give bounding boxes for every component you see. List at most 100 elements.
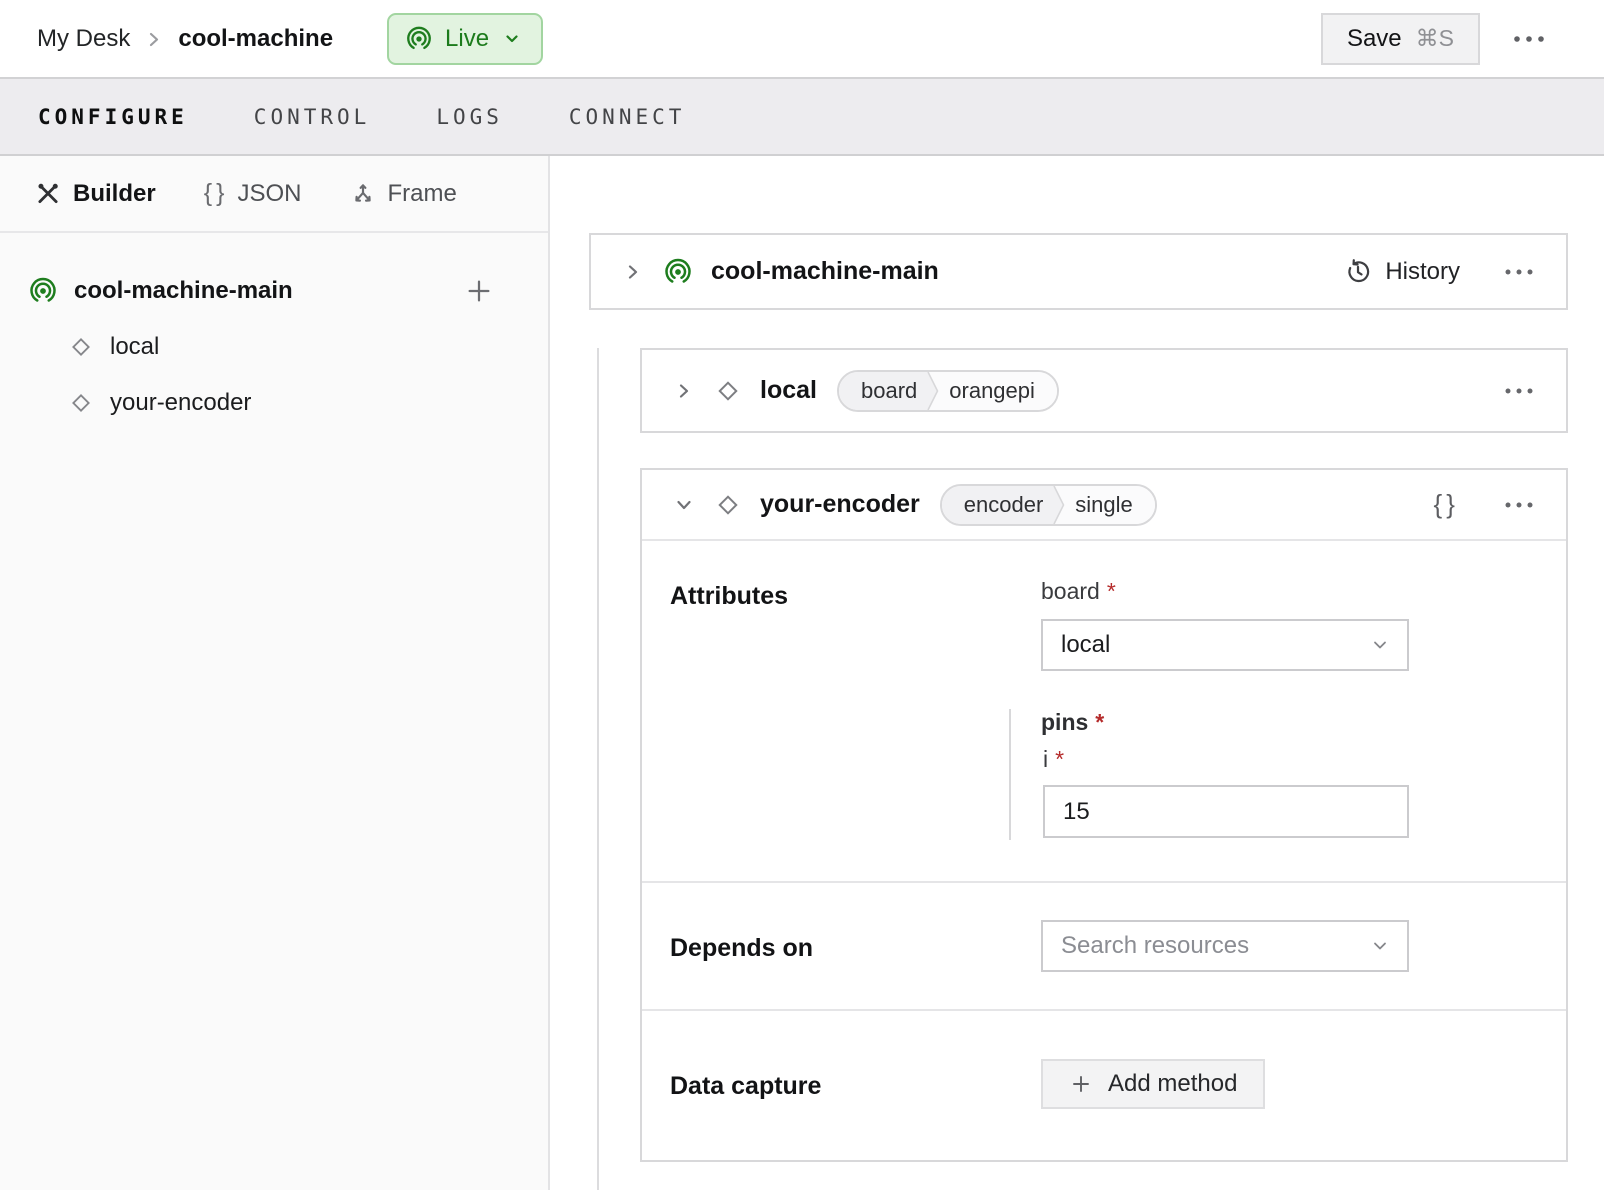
depends-on-select[interactable]: Search resources [1041, 920, 1409, 972]
view-tab-json[interactable]: { } JSON [204, 179, 302, 208]
machine-part-actions: History [1344, 258, 1538, 286]
history-clock-icon [1344, 258, 1372, 286]
view-tab-frame[interactable]: Frame [350, 180, 457, 208]
builder-tools-icon [35, 181, 61, 207]
tab-logs[interactable]: LOGS [436, 105, 503, 129]
data-capture-section: Data capture Add method [642, 1009, 1566, 1157]
add-method-button[interactable]: Add method [1041, 1059, 1265, 1109]
tree-item-your-encoder[interactable]: your-encoder [0, 377, 548, 429]
tab-connect[interactable]: CONNECT [569, 105, 686, 129]
data-capture-section-label: Data capture [670, 1072, 1041, 1101]
chevron-down-icon [674, 495, 694, 515]
attributes-section-label: Attributes [670, 582, 1041, 611]
live-status-dropdown[interactable]: Live [387, 13, 543, 65]
view-tab-builder[interactable]: Builder [35, 180, 156, 208]
pin-i-label: i* [1043, 746, 1409, 773]
local-card-actions [1500, 383, 1538, 399]
frame-tab-label: Frame [388, 180, 457, 208]
resource-connector-line [597, 348, 599, 1190]
badge-divider-chevron [1051, 486, 1067, 524]
json-braces-icon: { } [204, 179, 226, 208]
expand-local-button[interactable] [672, 379, 696, 403]
local-type-badge: board orangepi [837, 370, 1059, 412]
machine-part-card: cool-machine-main History [589, 233, 1568, 310]
tree-item-local[interactable]: local [0, 321, 548, 373]
view-mode-tabs: Builder { } JSON Frame [0, 156, 548, 233]
breadcrumb-machine-name: cool-machine [178, 25, 333, 53]
plus-icon [464, 276, 494, 306]
save-shortcut: ⌘S [1416, 25, 1454, 52]
history-label: History [1385, 258, 1460, 286]
component-diamond-icon [68, 334, 94, 360]
ellipsis-icon [1504, 268, 1534, 276]
local-card-header: local board orangepi [642, 350, 1566, 431]
board-field-label: board* [1041, 578, 1409, 605]
live-label: Live [445, 25, 489, 53]
breadcrumb: My Desk cool-machine [37, 25, 333, 53]
live-broadcast-icon [663, 257, 693, 287]
resource-tree: cool-machine-main local your-encoder [0, 233, 548, 429]
chevron-down-icon [1369, 634, 1391, 656]
collapse-encoder-button[interactable] [672, 493, 696, 517]
breadcrumb-my-desk[interactable]: My Desk [37, 25, 130, 53]
encoder-card: your-encoder encoder single { } [640, 468, 1568, 1162]
chevron-down-icon [1369, 935, 1391, 957]
required-asterisk: * [1107, 578, 1116, 604]
pins-field-label: pins* [1041, 709, 1409, 736]
plus-icon [1069, 1072, 1093, 1096]
tab-configure[interactable]: CONFIGURE [38, 105, 188, 129]
encoder-card-header: your-encoder encoder single { } [642, 470, 1566, 541]
depends-on-placeholder: Search resources [1061, 932, 1249, 960]
attributes-section: Attributes board* local pins* [642, 541, 1566, 881]
badge-model-label: single [1067, 486, 1154, 524]
frame-axes-icon [350, 181, 376, 207]
history-button[interactable]: History [1344, 258, 1460, 286]
save-button[interactable]: Save ⌘S [1321, 13, 1480, 65]
machine-nav-tabs: CONFIGURE CONTROL LOGS CONNECT [0, 77, 1604, 156]
tree-item-machine-part[interactable]: cool-machine-main [0, 265, 548, 317]
board-select-value: local [1061, 631, 1110, 659]
depends-on-section-label: Depends on [670, 934, 1041, 963]
badge-model-label: orangepi [941, 372, 1057, 410]
machine-part-more-menu[interactable] [1500, 264, 1538, 280]
encoder-more-menu[interactable] [1500, 497, 1538, 513]
live-broadcast-icon [405, 25, 433, 53]
add-method-label: Add method [1108, 1070, 1237, 1098]
encoder-card-title: your-encoder [760, 490, 920, 519]
json-tab-label: JSON [237, 180, 301, 208]
header-more-menu-button[interactable] [1506, 28, 1552, 50]
add-resource-button[interactable] [460, 272, 498, 310]
ellipsis-icon [1512, 34, 1546, 44]
encoder-json-view-button[interactable]: { } [1429, 485, 1460, 524]
encoder-card-actions: { } [1429, 485, 1538, 524]
component-diamond-icon [714, 377, 742, 405]
ellipsis-icon [1504, 501, 1534, 509]
badge-type-label: board [839, 372, 925, 410]
badge-type-label: encoder [942, 486, 1052, 524]
pin-i-input[interactable] [1043, 785, 1409, 838]
save-label: Save [1347, 25, 1402, 53]
ellipsis-icon [1504, 387, 1534, 395]
local-more-menu[interactable] [1500, 383, 1538, 399]
app-header: My Desk cool-machine Live Save ⌘S [0, 0, 1604, 77]
tree-local-label: local [110, 333, 159, 361]
tab-control[interactable]: CONTROL [254, 105, 371, 129]
local-board-card: local board orangepi [640, 348, 1568, 433]
chevron-right-icon [674, 381, 694, 401]
pins-field-group: pins* i* [1041, 709, 1409, 840]
required-asterisk: * [1095, 709, 1104, 735]
encoder-type-badge: encoder single [940, 484, 1157, 526]
tree-machine-part-label: cool-machine-main [74, 277, 293, 305]
breadcrumb-chevron-icon [146, 27, 162, 51]
chevron-right-icon [623, 262, 643, 282]
board-select[interactable]: local [1041, 619, 1409, 671]
machine-part-title: cool-machine-main [711, 257, 939, 286]
machine-config-page: My Desk cool-machine Live Save ⌘S [0, 0, 1604, 1190]
expand-machine-part-button[interactable] [621, 260, 645, 284]
component-diamond-icon [68, 390, 94, 416]
chevron-down-icon [501, 28, 523, 50]
depends-on-section: Depends on Search resources [642, 881, 1566, 1009]
local-card-title: local [760, 376, 817, 405]
machine-part-card-header: cool-machine-main History [591, 235, 1566, 308]
tree-encoder-label: your-encoder [110, 389, 251, 417]
